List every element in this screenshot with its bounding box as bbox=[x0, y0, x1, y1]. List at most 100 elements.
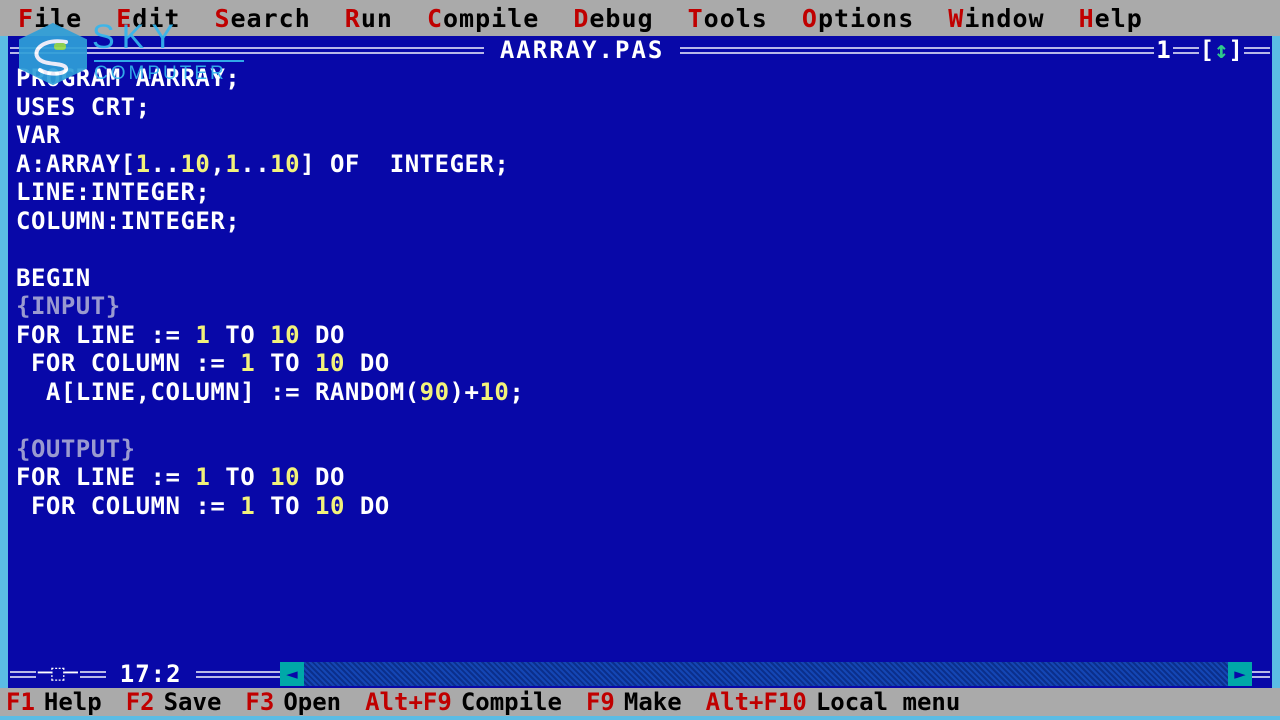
code-text: TO bbox=[255, 491, 315, 520]
menu-label: earch bbox=[230, 3, 311, 33]
code-text: .. bbox=[150, 149, 181, 178]
code-line[interactable]: USES CRT; bbox=[16, 93, 1266, 122]
code-number: 1 bbox=[240, 491, 256, 520]
code-line[interactable]: FOR LINE := 1 TO 10 DO bbox=[16, 321, 1266, 350]
status-key-name: F2 bbox=[125, 688, 155, 716]
menu-hotkey: D bbox=[573, 3, 590, 33]
code-number: 1 bbox=[195, 463, 211, 491]
status-key-label: Compile bbox=[460, 688, 562, 716]
scrollbar-track[interactable] bbox=[304, 662, 1228, 686]
code-text: FOR LINE := bbox=[16, 320, 196, 349]
code-text: FOR LINE := bbox=[16, 463, 196, 491]
menu-item-options[interactable]: Options bbox=[802, 6, 914, 31]
menu-label: elp bbox=[1094, 3, 1143, 33]
code-text: DO bbox=[344, 491, 390, 520]
code-line[interactable]: {OUTPUT} bbox=[16, 435, 1266, 464]
code-line[interactable]: BEGIN bbox=[16, 264, 1266, 293]
status-key-help[interactable]: F1 Help bbox=[6, 690, 102, 714]
code-number: 1 bbox=[240, 349, 256, 377]
code-text: TO bbox=[210, 320, 271, 349]
scroll-left-arrow-icon[interactable]: ◄ bbox=[280, 662, 304, 686]
bottom-rule-b bbox=[79, 669, 106, 679]
code-line[interactable]: FOR COLUMN := 1 TO 10 DO bbox=[16, 349, 1266, 378]
code-line[interactable]: A[LINE,COLUMN] := RANDOM(90)+10; bbox=[16, 378, 1266, 407]
scroll-right-arrow-icon[interactable]: ► bbox=[1228, 662, 1252, 686]
menu-hotkey: S bbox=[214, 3, 231, 33]
menu-label: dit bbox=[132, 3, 181, 33]
code-line[interactable]: FOR LINE := 1 TO 10 DO bbox=[16, 463, 1266, 492]
status-key-compile[interactable]: Alt+F9 Compile bbox=[365, 690, 562, 714]
code-number: 1 bbox=[195, 320, 211, 349]
code-editor[interactable]: PROGRAM AARRAY; USES CRT; VAR A:ARRAY[1..10… bbox=[10, 64, 1266, 660]
code-text: DO bbox=[300, 463, 345, 491]
code-line[interactable]: A:ARRAY[1..10,1..10] OF INTEGER; bbox=[16, 150, 1266, 179]
status-key-save[interactable]: F2 Save bbox=[126, 690, 222, 714]
editor-window: AARRAY.PAS 1 [↕] PROGRAM AARRAY; USES CRT… bbox=[8, 36, 1272, 688]
status-key-name: F3 bbox=[245, 688, 275, 716]
code-text: FOR COLUMN := bbox=[16, 491, 241, 520]
menu-label: ools bbox=[703, 3, 768, 33]
code-line[interactable]: LINE:INTEGER; bbox=[16, 178, 1266, 207]
menu-label: indow bbox=[964, 3, 1045, 33]
menu-item-help[interactable]: Help bbox=[1079, 6, 1143, 31]
code-text: FOR COLUMN := bbox=[16, 349, 241, 377]
status-key-name: F1 bbox=[6, 688, 35, 716]
window-number: 1 bbox=[1156, 36, 1171, 64]
code-number: 10 bbox=[270, 149, 301, 178]
code-comment: {INPUT} bbox=[16, 292, 121, 320]
code-line[interactable]: FOR COLUMN := 1 TO 10 DO bbox=[16, 492, 1266, 521]
title-rule-mid bbox=[1172, 45, 1199, 55]
code-text: TO bbox=[255, 349, 315, 377]
status-key-open[interactable]: F3 Open bbox=[245, 690, 341, 714]
code-line[interactable] bbox=[16, 406, 1266, 435]
menu-item-search[interactable]: Search bbox=[214, 6, 310, 31]
code-line[interactable]: {INPUT} bbox=[16, 292, 1266, 321]
status-bar: F1 Help F2 Save F3 Open Alt+F9 Compile F9 Make Alt… bbox=[0, 688, 1280, 716]
code-number: 90 bbox=[419, 377, 450, 406]
code-text: )+ bbox=[449, 377, 480, 406]
menu-item-edit[interactable]: Edit bbox=[116, 6, 180, 31]
status-key-make[interactable]: F9 Make bbox=[586, 690, 682, 714]
status-key-name: Alt+F10 bbox=[705, 688, 807, 716]
code-comment: {OUTPUT} bbox=[16, 434, 136, 463]
status-key-name: F9 bbox=[585, 688, 615, 716]
menu-item-compile[interactable]: Compile bbox=[427, 6, 539, 31]
title-rule-left bbox=[10, 45, 484, 55]
code-text: A[LINE,COLUMN] := RANDOM( bbox=[16, 377, 420, 406]
status-key-label: Open bbox=[283, 688, 342, 716]
menu-item-window[interactable]: Window bbox=[948, 6, 1044, 31]
menu-label: un bbox=[360, 3, 393, 33]
bottom-rule-c bbox=[195, 669, 281, 679]
code-text: LINE:INTEGER; bbox=[16, 178, 211, 206]
title-rule-far-right bbox=[1244, 45, 1270, 55]
menu-hotkey: R bbox=[344, 3, 361, 33]
code-text: .. bbox=[240, 149, 271, 178]
horizontal-scrollbar[interactable]: ◄ ► bbox=[280, 662, 1252, 686]
code-line[interactable]: VAR bbox=[16, 121, 1266, 150]
menu-label: ompile bbox=[443, 3, 540, 33]
maximize-button[interactable]: [↕] bbox=[1199, 38, 1244, 62]
resize-handle-icon[interactable]: ─⬚─ bbox=[36, 663, 80, 685]
menu-hotkey: H bbox=[1078, 3, 1095, 33]
bracket-right: ] bbox=[1228, 36, 1243, 64]
menu-item-run[interactable]: Run bbox=[345, 6, 393, 31]
code-text: ] OF INTEGER; bbox=[300, 149, 510, 178]
menu-label: ptions bbox=[817, 3, 915, 33]
bracket-left: [ bbox=[1199, 36, 1215, 64]
code-number: 10 bbox=[479, 377, 510, 406]
menu-hotkey: F bbox=[18, 3, 35, 33]
menu-item-file[interactable]: File bbox=[18, 6, 82, 31]
code-number: 10 bbox=[270, 320, 301, 349]
menu-label: ile bbox=[34, 3, 83, 33]
code-line[interactable]: COLUMN:INTEGER; bbox=[16, 207, 1266, 236]
status-key-local-menu[interactable]: Alt+F10 Local menu bbox=[706, 690, 961, 714]
bottom-rule-a bbox=[10, 669, 36, 679]
window-title-bar[interactable]: AARRAY.PAS 1 [↕] bbox=[8, 36, 1272, 64]
menu-hotkey: T bbox=[687, 3, 704, 33]
status-key-label: Local menu bbox=[815, 688, 961, 716]
code-line[interactable] bbox=[16, 235, 1266, 264]
code-line[interactable]: PROGRAM AARRAY; bbox=[16, 64, 1266, 93]
menu-item-debug[interactable]: Debug bbox=[573, 6, 653, 31]
menu-hotkey: O bbox=[801, 3, 818, 33]
menu-item-tools[interactable]: Tools bbox=[688, 6, 768, 31]
